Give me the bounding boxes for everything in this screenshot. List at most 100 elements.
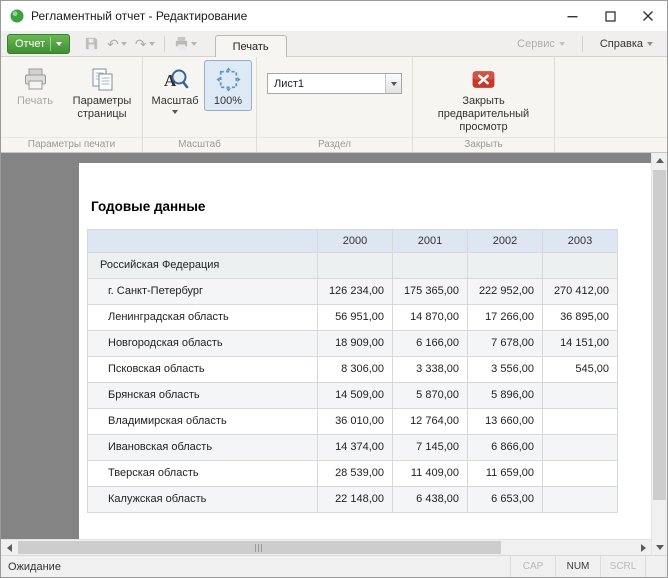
close-icon	[642, 10, 654, 22]
region-cell: Российская Федерация	[88, 252, 318, 278]
value-cell	[543, 434, 618, 460]
value-cell: 6 653,00	[468, 486, 543, 512]
chevron-down-icon	[559, 42, 565, 46]
zoom-100-toggle[interactable]: 100%	[204, 60, 252, 111]
scale-dropdown-button[interactable]: A Масштаб	[146, 60, 204, 117]
num-lock-indicator: NUM	[555, 556, 600, 577]
value-cell: 17 266,00	[468, 304, 543, 330]
region-cell: Тверская область	[88, 460, 318, 486]
value-cell	[468, 252, 543, 278]
tab-print[interactable]: Печать	[215, 35, 287, 57]
page-setup-button[interactable]: Параметры страницы	[66, 60, 138, 124]
value-cell: 12 764,00	[393, 408, 468, 434]
save-button[interactable]	[81, 34, 102, 53]
chevron-down-icon	[56, 42, 62, 46]
value-cell: 270 412,00	[543, 278, 618, 304]
ribbon-filler	[555, 57, 667, 152]
region-cell: Новгородская область	[88, 330, 318, 356]
maximize-button[interactable]	[591, 1, 629, 31]
value-cell: 22 148,00	[318, 486, 393, 512]
menu-separator	[582, 36, 583, 52]
redo-icon: ↷	[135, 37, 147, 51]
maximize-icon	[605, 11, 616, 22]
help-menu[interactable]: Справка	[596, 36, 657, 52]
arrow-down-icon	[656, 545, 664, 550]
minimize-button[interactable]	[553, 1, 591, 31]
page-setup-icon	[89, 65, 116, 93]
value-cell	[543, 460, 618, 486]
chevron-down-icon	[191, 42, 197, 46]
group-label-section: Раздел	[257, 137, 412, 152]
ribbon-group-scale: A Масштаб	[143, 57, 257, 152]
value-cell: 175 365,00	[393, 278, 468, 304]
window-title: Регламентный отчет - Редактирование	[31, 9, 247, 23]
chevron-down-icon	[149, 42, 155, 46]
report-menu-button[interactable]: Отчет	[7, 34, 70, 54]
value-cell: 6 438,00	[393, 486, 468, 512]
status-message: Ожидание	[1, 556, 510, 577]
close-preview-button[interactable]: Закрыть предварительный просмотр	[418, 60, 550, 137]
value-cell: 13 660,00	[468, 408, 543, 434]
horizontal-scrollbar-thumb[interactable]	[18, 541, 501, 554]
scale-icon: A	[162, 65, 189, 93]
region-cell: Брянская область	[88, 382, 318, 408]
help-menu-label: Справка	[600, 38, 643, 50]
region-cell: Калужская область	[88, 486, 318, 512]
table-row: Тверская область28 539,0011 409,0011 659…	[88, 460, 618, 486]
sheet-selector-dropdown[interactable]	[385, 74, 401, 93]
horizontal-scrollbar[interactable]	[1, 539, 651, 555]
quick-print-button[interactable]	[171, 34, 200, 53]
tab-print-label: Печать	[233, 41, 269, 53]
value-cell: 11 409,00	[393, 460, 468, 486]
value-cell: 11 659,00	[468, 460, 543, 486]
year-column-header: 2003	[543, 229, 618, 252]
value-cell: 36 010,00	[318, 408, 393, 434]
vertical-scrollbar[interactable]	[651, 153, 667, 555]
value-cell: 14 374,00	[318, 434, 393, 460]
ribbon-group-print-settings: Печать	[1, 57, 143, 152]
zoom-value-label: 100%	[214, 95, 242, 108]
close-button[interactable]	[629, 1, 667, 31]
scroll-left-arrow[interactable]	[1, 540, 17, 555]
service-menu[interactable]: Сервис	[513, 36, 569, 52]
scroll-down-arrow[interactable]	[652, 539, 668, 555]
close-preview-icon	[471, 65, 496, 93]
print-preview-area: Годовые данные 2000200120022003 Российск…	[1, 153, 651, 539]
value-cell: 7 678,00	[468, 330, 543, 356]
value-cell: 56 951,00	[318, 304, 393, 330]
year-column-header: 2001	[393, 229, 468, 252]
group-label-close: Закрыть	[413, 137, 554, 152]
value-cell: 14 509,00	[318, 382, 393, 408]
value-cell	[543, 382, 618, 408]
print-button[interactable]: Печать	[4, 60, 66, 111]
value-cell: 5 870,00	[393, 382, 468, 408]
value-cell: 14 870,00	[393, 304, 468, 330]
value-cell: 28 539,00	[318, 460, 393, 486]
value-cell: 14 151,00	[543, 330, 618, 356]
value-cell: 3 338,00	[393, 356, 468, 382]
vertical-scrollbar-thumb[interactable]	[653, 170, 666, 500]
save-icon	[84, 36, 99, 51]
year-column-header: 2000	[318, 229, 393, 252]
undo-button[interactable]: ↶	[104, 35, 130, 53]
service-menu-label: Сервис	[517, 38, 555, 50]
arrow-right-icon	[641, 544, 646, 552]
scroll-up-arrow[interactable]	[652, 153, 668, 169]
value-cell: 36 895,00	[543, 304, 618, 330]
sheet-selector[interactable]: Лист1	[267, 73, 402, 94]
minimize-icon	[567, 11, 578, 22]
chevron-down-icon	[647, 42, 653, 46]
printer-icon	[22, 65, 49, 93]
printer-icon	[174, 36, 189, 51]
value-cell	[543, 408, 618, 434]
redo-button[interactable]: ↷	[132, 35, 158, 53]
year-column-header: 2002	[468, 229, 543, 252]
table-row: Калужская область22 148,006 438,006 653,…	[88, 486, 618, 512]
value-cell: 8 306,00	[318, 356, 393, 382]
titlebar: Регламентный отчет - Редактирование	[1, 1, 667, 31]
table-row: Ивановская область14 374,007 145,006 866…	[88, 434, 618, 460]
value-cell: 18 909,00	[318, 330, 393, 356]
app-icon	[10, 9, 24, 23]
scroll-right-arrow[interactable]	[635, 540, 651, 555]
arrow-left-icon	[7, 544, 12, 552]
